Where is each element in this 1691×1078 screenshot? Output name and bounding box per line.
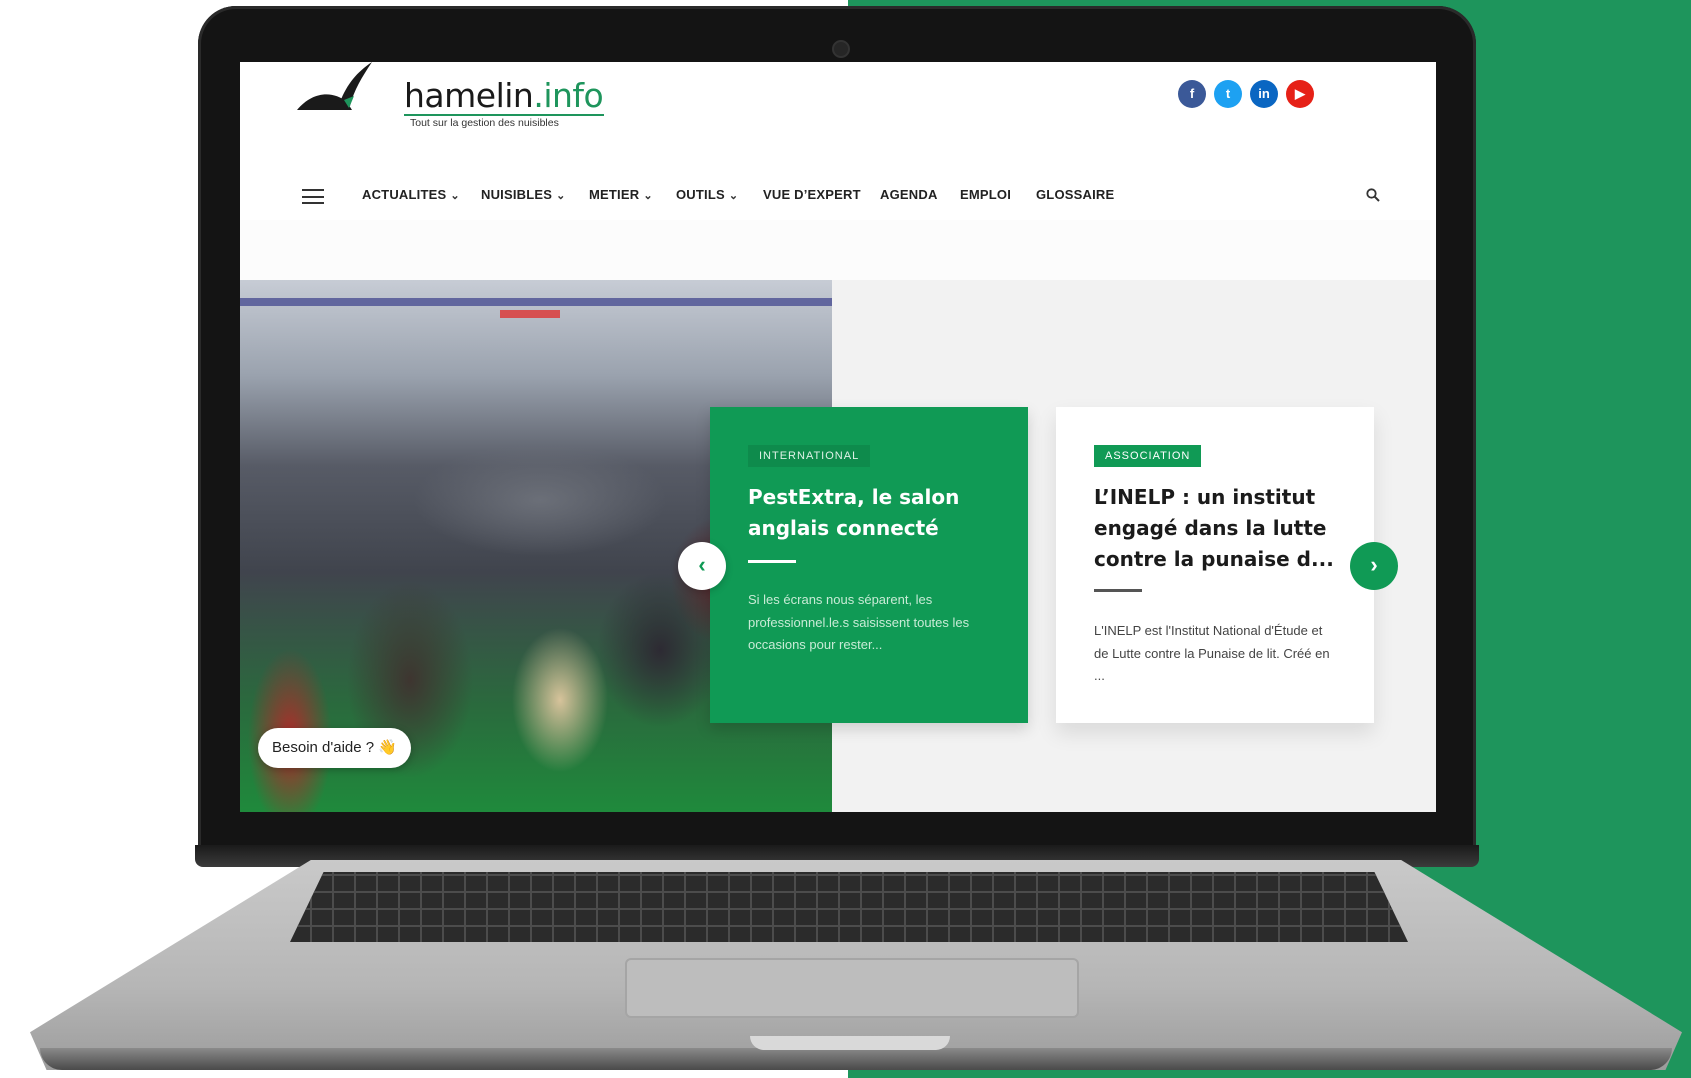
bird-logo-icon <box>297 62 372 110</box>
nav-item-label: GLOSSAIRE <box>1036 187 1115 202</box>
slide-card-active[interactable]: INTERNATIONAL PestExtra, le salon anglai… <box>710 407 1028 723</box>
article-title[interactable]: PestExtra, le salon anglais connecté <box>748 482 1003 544</box>
title-divider <box>1094 589 1142 592</box>
facebook-icon[interactable]: f <box>1178 80 1206 108</box>
article-title[interactable]: L’INELP : un institut engagé dans la lut… <box>1094 482 1349 575</box>
nav-item-agenda[interactable]: AGENDA <box>880 187 938 202</box>
logo-tagline: Tout sur la gestion des nuisibles <box>410 117 559 129</box>
twitter-icon[interactable]: t <box>1214 80 1242 108</box>
nav-item-label: AGENDA <box>880 187 938 202</box>
chevron-down-icon: ⌄ <box>643 190 653 202</box>
linkedin-icon[interactable]: in <box>1250 80 1278 108</box>
trackpad <box>625 958 1079 1018</box>
chevron-down-icon: ⌄ <box>728 190 739 202</box>
header-spacer <box>240 220 1436 280</box>
slide-card[interactable]: ASSOCIATION L’INELP : un institut engagé… <box>1056 407 1374 723</box>
site-logo[interactable]: hamelin.info Tout sur la gestion des nui… <box>292 62 604 142</box>
chevron-down-icon: ⌄ <box>556 190 566 202</box>
article-excerpt: Si les écrans nous séparent, les profess… <box>748 592 970 652</box>
nav-item-label: ACTUALITES <box>362 187 447 202</box>
lid-notch <box>750 1036 950 1050</box>
photo-banner <box>240 298 832 306</box>
nav-item-label: METIER <box>589 187 640 202</box>
slider-prev-button[interactable]: ‹ <box>678 542 726 590</box>
nav-item-label: NUISIBLES <box>481 187 553 202</box>
logo-wordmark: hamelin.info <box>404 76 604 115</box>
webcam <box>832 40 850 58</box>
category-tag[interactable]: INTERNATIONAL <box>748 445 871 467</box>
slider-next-button[interactable]: › <box>1350 542 1398 590</box>
nav-item-metier[interactable]: METIER ⌄ <box>589 187 653 202</box>
category-tag[interactable]: ASSOCIATION <box>1094 445 1202 467</box>
hamburger-menu-icon[interactable] <box>302 189 324 204</box>
photo-banner-red <box>500 310 560 318</box>
article-excerpt: L'INELP est l'Institut National d'Étude … <box>1094 623 1330 683</box>
nav-item-vue-d-expert[interactable]: VUE D’EXPERT <box>763 187 861 202</box>
hero-slider: Besoin d'aide ? 👋 INTERNATIONAL PestExtr… <box>240 280 1436 812</box>
search-icon[interactable] <box>1366 188 1380 202</box>
nav-item-nuisibles[interactable]: NUISIBLES ⌄ <box>481 187 566 202</box>
laptop-base-edge <box>40 1048 1672 1070</box>
nav-item-outils[interactable]: OUTILS ⌄ <box>676 187 738 202</box>
chevron-down-icon: ⌄ <box>450 190 460 202</box>
nav-item-glossaire[interactable]: GLOSSAIRE <box>1036 187 1114 202</box>
nav-item-actualites[interactable]: ACTUALITES ⌄ <box>362 187 460 202</box>
nav-item-emploi[interactable]: EMPLOI <box>960 187 1011 202</box>
site-header: hamelin.info Tout sur la gestion des nui… <box>240 62 1436 221</box>
nav-item-label: VUE D’EXPERT <box>763 187 861 202</box>
nav-item-label: OUTILS <box>676 187 725 202</box>
keyboard <box>290 872 1408 942</box>
help-button[interactable]: Besoin d'aide ? 👋 <box>258 728 411 768</box>
title-divider <box>748 560 796 563</box>
main-nav: ACTUALITES ⌄ NUISIBLES ⌄ METIER ⌄ OUTILS ⌄ VUE D… <box>240 172 1436 221</box>
nav-item-label: EMPLOI <box>960 187 1012 202</box>
youtube-icon[interactable]: ▶ <box>1286 80 1314 108</box>
browser-screen: hamelin.info Tout sur la gestion des nui… <box>240 62 1436 812</box>
logo-underline <box>404 114 604 116</box>
